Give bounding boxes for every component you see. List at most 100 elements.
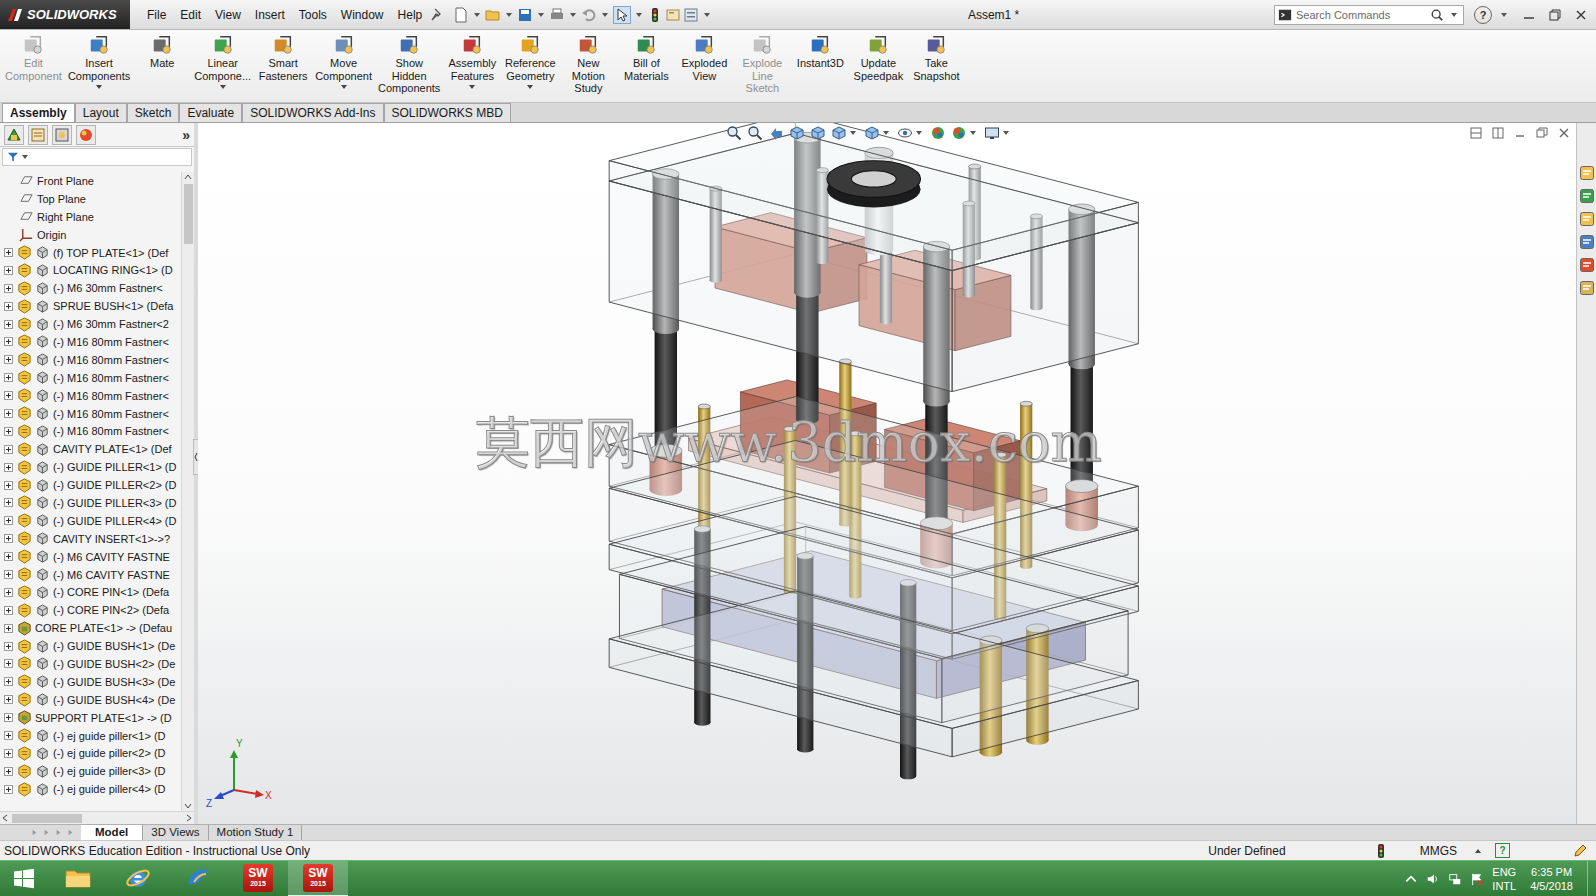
tree-item[interactable]: (f) TOP PLATE<1> (Def <box>0 244 181 262</box>
command-tab[interactable]: SOLIDWORKS MBD <box>384 103 511 122</box>
model-tab[interactable]: Model <box>81 825 143 840</box>
tree-item[interactable]: (-) ej guide piller<1> (D <box>0 727 181 745</box>
graphics-area[interactable]: YXZ莫西网www.3dmox.com <box>198 123 1576 824</box>
menu-item[interactable]: Insert <box>248 8 292 22</box>
dynamic-annotation-icon[interactable] <box>810 125 826 141</box>
ribbon-button[interactable]: Instant3D <box>791 33 849 71</box>
show-desktop-button[interactable] <box>1587 861 1596 896</box>
tree-item[interactable]: SPRUE BUSH<1> (Defa <box>0 297 181 315</box>
view-palette-icon[interactable] <box>1579 234 1595 250</box>
design-library-icon[interactable] <box>1579 188 1595 204</box>
doc-minimize-icon[interactable] <box>1514 127 1526 139</box>
expand-icon[interactable] <box>4 749 13 758</box>
ribbon-button[interactable]: NewMotionStudy <box>559 33 617 96</box>
expand-icon[interactable] <box>4 785 13 794</box>
rebuild-status-icon[interactable] <box>1376 843 1386 859</box>
file-explorer-icon[interactable] <box>1579 211 1595 227</box>
expand-icon[interactable] <box>4 534 13 543</box>
action-center-icon[interactable] <box>1470 872 1484 886</box>
command-tab[interactable]: Layout <box>75 103 127 122</box>
tree-item[interactable]: (-) GUIDE BUSH<1> (De <box>0 637 181 655</box>
open-folder-icon[interactable] <box>485 7 501 23</box>
appearances-icon[interactable] <box>1579 257 1595 273</box>
dropdown-arrow-icon[interactable] <box>220 85 226 89</box>
expand-icon[interactable] <box>4 713 13 722</box>
scroll-down-icon[interactable] <box>183 801 193 811</box>
tree-item[interactable]: (-) M16 80mm Fastner< <box>0 422 181 440</box>
expand-icon[interactable] <box>4 677 13 686</box>
tree-filter[interactable] <box>2 148 192 166</box>
last-tab-icon[interactable] <box>66 828 75 837</box>
expand-icon[interactable] <box>4 445 13 454</box>
model-tab[interactable]: 3D Views <box>143 825 208 840</box>
tree-item[interactable]: (-) GUIDE PILLER<3> (D <box>0 494 181 512</box>
ribbon-button[interactable]: ExplodedView <box>675 33 733 83</box>
ribbon-button[interactable]: TakeSnapshot <box>907 33 965 83</box>
search-commands-field[interactable]: Search Commands <box>1274 5 1464 25</box>
menu-item[interactable]: Window <box>334 8 391 22</box>
expand-icon[interactable] <box>4 588 13 597</box>
command-tab[interactable]: Sketch <box>127 103 180 122</box>
locating-ring[interactable] <box>827 161 921 208</box>
display-style-icon[interactable] <box>864 125 880 141</box>
speaker-icon[interactable] <box>1426 872 1440 886</box>
expand-icon[interactable] <box>4 731 13 740</box>
tree-item[interactable]: (-) M16 80mm Fastner< <box>0 333 181 351</box>
doc-close-icon[interactable] <box>1558 127 1570 139</box>
tree-item[interactable]: (-) GUIDE PILLER<2> (D <box>0 476 181 494</box>
expand-icon[interactable] <box>4 659 13 668</box>
apply-scene-icon[interactable] <box>951 125 967 141</box>
select-icon[interactable] <box>613 6 631 24</box>
scroll-thumb[interactable] <box>184 184 193 244</box>
display-manager-icon[interactable] <box>76 125 96 145</box>
network-icon[interactable] <box>1448 872 1462 886</box>
windows-start-icon[interactable] <box>12 867 36 891</box>
expand-icon[interactable] <box>4 624 13 633</box>
status-help-button[interactable]: ? <box>1495 843 1510 858</box>
tree-item[interactable]: (-) GUIDE PILLER<1> (D <box>0 458 181 476</box>
tree-item[interactable]: (-) M16 80mm Fastner< <box>0 369 181 387</box>
options-icon[interactable] <box>683 7 699 23</box>
zoom-to-area-icon[interactable] <box>747 125 763 141</box>
ribbon-button[interactable]: MoveComponent <box>312 33 375 90</box>
ribbon-button[interactable]: UpdateSpeedpak <box>849 33 907 83</box>
edit-appearance-icon[interactable] <box>930 125 946 141</box>
tree-item[interactable]: (-) GUIDE BUSH<4> (De <box>0 691 181 709</box>
expand-icon[interactable] <box>4 606 13 615</box>
collapse-panel-button[interactable]: » <box>182 127 190 143</box>
tile-vertical-icon[interactable] <box>1492 127 1504 139</box>
unit-system[interactable]: MMGS <box>1420 844 1457 858</box>
restore-icon[interactable] <box>1548 8 1562 22</box>
command-tab[interactable]: Evaluate <box>179 103 242 122</box>
filter-icon[interactable] <box>7 151 19 163</box>
expand-icon[interactable] <box>4 302 13 311</box>
tree-item[interactable]: Right Plane <box>0 208 181 226</box>
tree-item[interactable]: CAVITY INSERT<1>->? <box>0 530 181 548</box>
expand-icon[interactable] <box>4 642 13 651</box>
show-hidden-icons-icon[interactable] <box>1404 872 1418 886</box>
ribbon-button[interactable]: Mate <box>133 33 191 71</box>
ribbon-button[interactable]: SmartFasteners <box>254 33 312 83</box>
save-icon[interactable] <box>517 7 533 23</box>
tree-item[interactable]: (-) CORE PIN<1> (Defa <box>0 583 181 601</box>
expand-icon[interactable] <box>4 373 13 382</box>
expand-icon[interactable] <box>4 427 13 436</box>
doc-restore-icon[interactable] <box>1536 127 1548 139</box>
ribbon-button[interactable]: AssemblyFeatures <box>443 33 501 90</box>
expand-icon[interactable] <box>4 248 13 257</box>
tree-item[interactable]: (-) M6 CAVITY FASTNE <box>0 566 181 584</box>
expand-icon[interactable] <box>4 320 13 329</box>
scroll-thumb[interactable] <box>12 814 82 823</box>
tree-item[interactable]: (-) M6 CAVITY FASTNE <box>0 548 181 566</box>
top-plate[interactable] <box>609 133 1138 391</box>
solidworks-logo[interactable]: SOLIDWORKS <box>0 0 130 29</box>
zoom-to-fit-icon[interactable] <box>726 125 742 141</box>
ribbon-button[interactable]: InsertComponents <box>65 33 133 90</box>
property-manager-icon[interactable] <box>28 125 48 145</box>
tree-item[interactable]: (-) M16 80mm Fastner< <box>0 405 181 423</box>
solidworks-taskbar-button[interactable]: SW2015 <box>228 861 288 896</box>
tree-item[interactable]: (-) GUIDE BUSH<2> (De <box>0 655 181 673</box>
command-tab[interactable]: SOLIDWORKS Add-Ins <box>242 103 383 122</box>
tree-item[interactable]: (-) M16 80mm Fastner< <box>0 387 181 405</box>
tree-item[interactable]: LOCATING RING<1> (D <box>0 261 181 279</box>
